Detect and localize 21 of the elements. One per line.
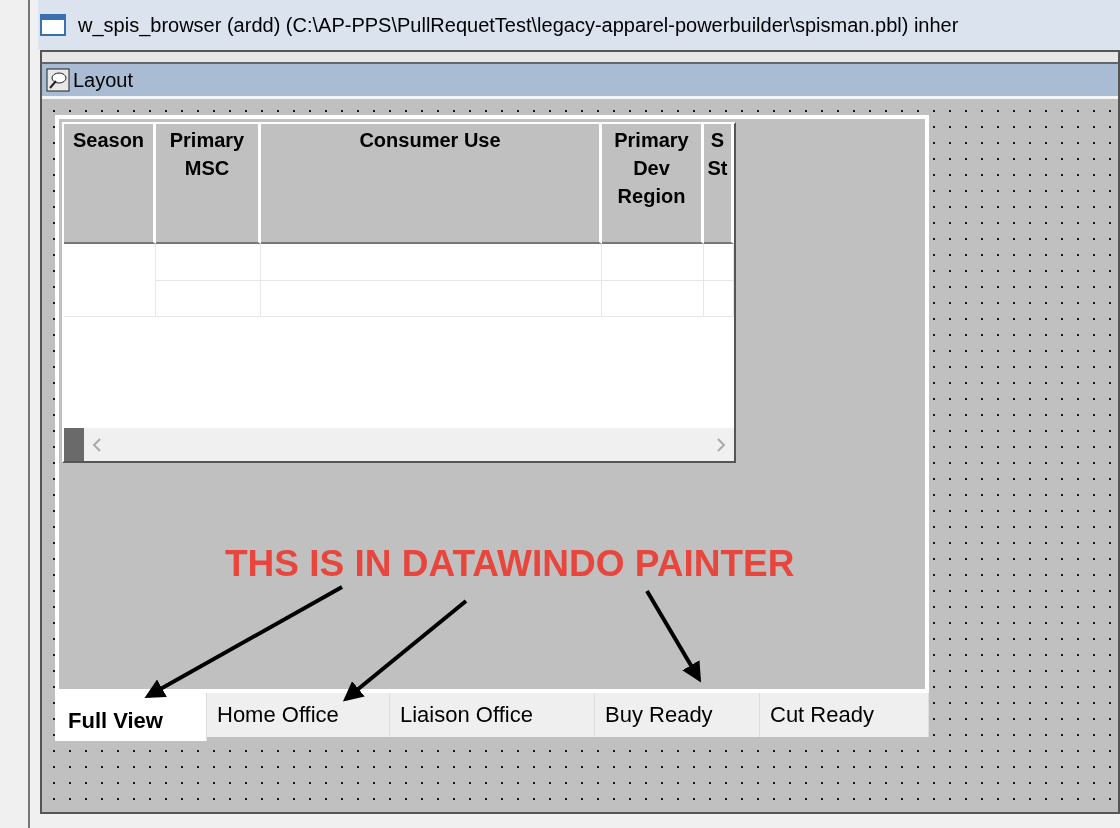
window-icon — [40, 14, 66, 36]
window-title: w_spis_browser (ardd) (C:\AP-PPS\PullRequetTest\legacy-apparel-powerbuilder\spisman.pbl) inher — [78, 13, 959, 37]
tab[interactable]: Buy Ready — [595, 693, 760, 737]
tab[interactable]: Home Office — [207, 693, 390, 737]
column-header: Primary MSC — [156, 124, 261, 244]
tab[interactable]: Liaison Office — [390, 693, 595, 737]
column-header: S St — [704, 124, 734, 244]
column-header: Consumer Use — [261, 124, 602, 244]
column-header: Season — [64, 124, 156, 244]
scroll-left-icon[interactable] — [92, 437, 102, 452]
tab[interactable]: Full View — [55, 693, 207, 741]
horizontal-scrollbar[interactable] — [64, 428, 734, 461]
table-cell — [704, 281, 734, 317]
table-cell — [704, 244, 734, 281]
annotation-text: THS IS IN DATAWINDO PAINTER — [225, 543, 795, 585]
layout-icon — [46, 68, 70, 92]
pane-title: Layout — [73, 68, 134, 92]
scrollbar-corner — [64, 428, 84, 461]
column-header: Primary Dev Region — [602, 124, 704, 244]
tab[interactable]: Cut Ready — [760, 693, 929, 737]
scroll-right-icon[interactable] — [716, 437, 726, 452]
